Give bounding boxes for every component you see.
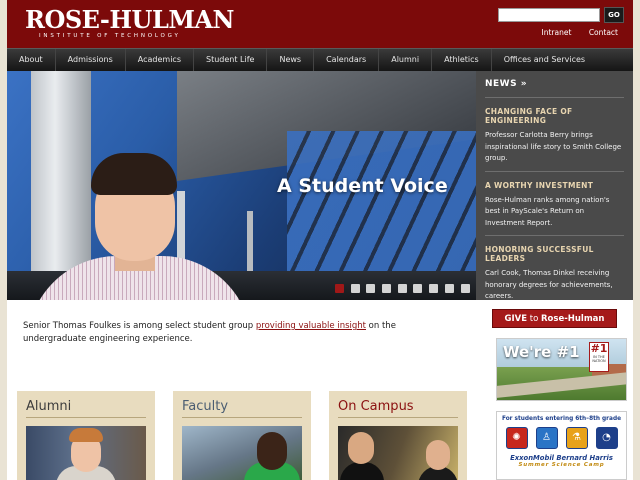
ranking-promo[interactable]: We're #1 #1 IN THE NATION — [496, 338, 627, 401]
site-header: ROSE-HULMAN INSTITUTE OF TECHNOLOGY GO I… — [7, 0, 633, 48]
flask-icon: ⚗ — [565, 427, 588, 449]
page: ROSE-HULMAN INSTITUTE OF TECHNOLOGY GO I… — [7, 0, 633, 480]
give-target-label: Rose-Hulman — [541, 314, 605, 324]
logo[interactable]: ROSE-HULMAN INSTITUTE OF TECHNOLOGY — [25, 5, 235, 40]
alumni-photo — [26, 426, 146, 480]
faculty-photo — [182, 426, 302, 480]
gauge-icon: ◔ — [595, 427, 618, 449]
ranking-sign-number: #1 — [590, 342, 608, 355]
nav-item-academics[interactable]: Academics — [126, 49, 194, 71]
hero-caption: Senior Thomas Foulkes is among select st… — [23, 320, 443, 345]
camp-icons: ✺ ♙ ⚗ ◔ — [497, 427, 626, 449]
news-header-link[interactable]: NEWS » — [485, 79, 624, 93]
slide-dot[interactable] — [444, 284, 454, 293]
promo-walkway — [497, 372, 626, 398]
science-camp-promo[interactable]: For students entering 6th–8th grade ✺ ♙ … — [496, 411, 627, 480]
hero-slideshow[interactable]: A Student Voice — [7, 71, 476, 300]
slide-dot[interactable] — [350, 284, 360, 293]
give-to-label: to — [527, 314, 541, 324]
news-panel: NEWS » CHANGING FACE OF ENGINEERING Prof… — [476, 71, 633, 300]
main-nav: About Admissions Academics Student Life … — [7, 48, 633, 71]
slide-pager — [335, 284, 476, 293]
nav-item-admissions[interactable]: Admissions — [56, 49, 126, 71]
news-item-title[interactable]: HONORING SUCCESSFUL LEADERS — [485, 245, 624, 263]
camp-subtitle: Summer Science Camp — [518, 462, 605, 468]
card-title: On Campus — [338, 399, 458, 418]
card-title: Alumni — [26, 399, 146, 418]
faculty-card[interactable]: Faculty — [173, 391, 311, 480]
utility-links: Intranet Contact — [527, 28, 618, 37]
slide-dot[interactable] — [413, 284, 423, 293]
news-item[interactable]: HONORING SUCCESSFUL LEADERS Carl Cook, T… — [485, 236, 624, 300]
student-photo-hair — [91, 153, 177, 195]
atom-icon: ✺ — [505, 427, 528, 449]
ranking-headline: We're #1 — [503, 343, 580, 361]
camp-audience: For students entering 6th–8th grade — [501, 416, 622, 422]
nav-item-about[interactable]: About — [7, 49, 56, 71]
ranking-sign-text: IN THE NATION — [592, 355, 606, 363]
photo-face — [257, 432, 287, 470]
camp-name: ExxonMobil Bernard Harris — [510, 454, 613, 462]
photo-hair — [69, 428, 103, 442]
logo-wordmark: ROSE-HULMAN — [25, 5, 235, 34]
card-title: Faculty — [182, 399, 302, 418]
nav-item-athletics[interactable]: Athletics — [432, 49, 492, 71]
give-label: GIVE — [504, 314, 528, 324]
on-campus-photo — [338, 426, 458, 480]
ranking-sign: #1 IN THE NATION — [589, 342, 609, 372]
slide-dot[interactable] — [382, 284, 392, 293]
contact-link[interactable]: Contact — [589, 28, 618, 37]
nav-item-news[interactable]: News — [267, 49, 315, 71]
nav-item-calendars[interactable]: Calendars — [314, 49, 380, 71]
photo-face — [348, 432, 374, 464]
news-item-title[interactable]: CHANGING FACE OF ENGINEERING — [485, 107, 624, 125]
search-go-button[interactable]: GO — [604, 7, 624, 23]
person-icon: ♙ — [535, 427, 558, 449]
intranet-link[interactable]: Intranet — [542, 28, 572, 37]
nav-item-alumni[interactable]: Alumni — [379, 49, 433, 71]
photo-shirt — [340, 462, 384, 480]
news-item-text: Carl Cook, Thomas Dinkel receiving honor… — [485, 269, 613, 300]
caption-text: Senior Thomas Foulkes is among select st… — [23, 321, 256, 331]
news-item[interactable]: A WORTHY INVESTMENT Rose-Hulman ranks am… — [485, 172, 624, 236]
slide-dot[interactable] — [397, 284, 407, 293]
hero-headline: A Student Voice — [277, 175, 448, 197]
search-input[interactable] — [498, 8, 600, 22]
alumni-card[interactable]: Alumni — [17, 391, 155, 480]
slide-dot[interactable] — [460, 284, 470, 293]
slide-dot[interactable] — [429, 284, 439, 293]
photo-face — [426, 440, 450, 470]
news-item-text: Professor Carlotta Berry brings inspirat… — [485, 131, 622, 162]
news-item-text: Rose-Hulman ranks among nation's best in… — [485, 195, 610, 227]
caption-link[interactable]: providing valuable insight — [256, 321, 366, 331]
on-campus-card[interactable]: On Campus — [329, 391, 467, 480]
news-item-title[interactable]: A WORTHY INVESTMENT — [485, 181, 624, 190]
slide-dot[interactable] — [335, 284, 344, 293]
give-button[interactable]: GIVE to Rose-Hulman — [492, 309, 617, 328]
slide-dot[interactable] — [366, 284, 376, 293]
nav-item-offices-services[interactable]: Offices and Services — [492, 49, 597, 71]
news-item[interactable]: CHANGING FACE OF ENGINEERING Professor C… — [485, 98, 624, 172]
nav-item-student-life[interactable]: Student Life — [194, 49, 268, 71]
